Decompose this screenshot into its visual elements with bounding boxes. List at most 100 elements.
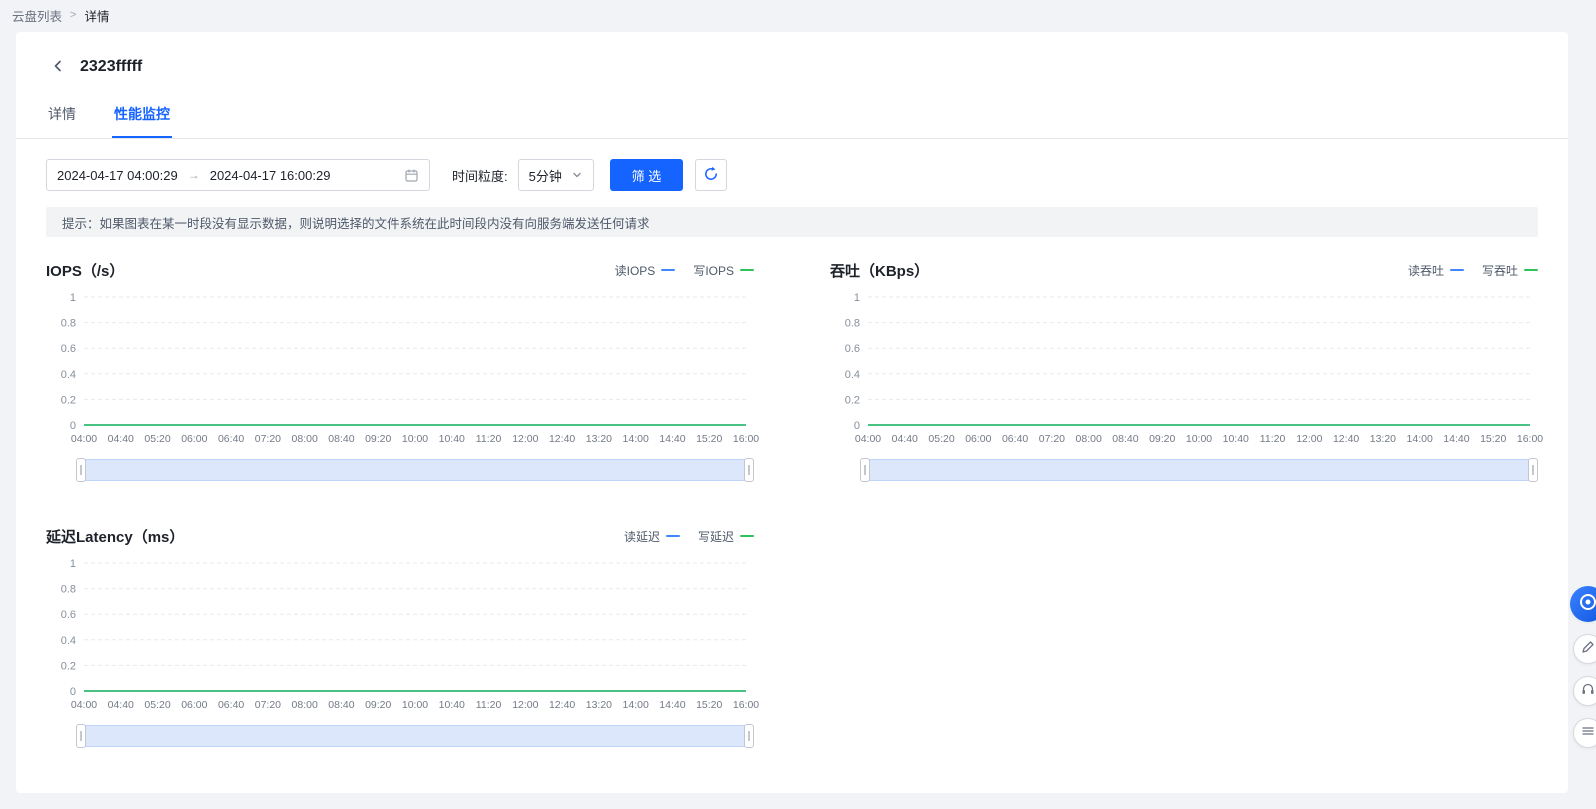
charts-grid: IOPS（/s） 读IOPS写IOPS 00.20.40.60.8104:000… [46, 259, 1538, 747]
svg-text:0: 0 [70, 420, 76, 432]
svg-text:0.2: 0.2 [845, 394, 860, 406]
chart-plot-svg: 00.20.40.60.8104:0004:4005:2006:0006:400… [46, 289, 754, 449]
svg-text:1: 1 [70, 558, 76, 570]
chart-header: IOPS（/s） 读IOPS 写IOPS [46, 259, 754, 281]
chart-plot-area: 00.20.40.60.8104:0004:4005:2006:0006:400… [46, 289, 754, 449]
svg-text:0.8: 0.8 [61, 584, 76, 596]
page-title: 2323fffff [80, 58, 142, 76]
svg-text:16:00: 16:00 [733, 433, 759, 445]
assistant-button[interactable] [1570, 586, 1596, 622]
svg-text:12:00: 12:00 [512, 433, 538, 445]
svg-text:07:20: 07:20 [255, 699, 281, 711]
datazoom-slider[interactable] [80, 459, 750, 481]
svg-text:05:20: 05:20 [928, 433, 954, 445]
main-panel: 2323fffff 详情 性能监控 2024-04-17 04:00:29 → … [16, 32, 1568, 793]
legend-item[interactable]: 写吞吐 [1482, 262, 1538, 279]
calendar-icon[interactable] [404, 168, 419, 183]
tab-performance-monitor[interactable]: 性能监控 [112, 104, 172, 138]
datazoom-right-handle[interactable] [744, 724, 754, 748]
svg-text:14:40: 14:40 [659, 699, 685, 711]
date-end-value[interactable]: 2024-04-17 16:00:29 [210, 168, 331, 183]
svg-text:14:00: 14:00 [1407, 433, 1433, 445]
svg-text:06:40: 06:40 [218, 699, 244, 711]
svg-text:13:20: 13:20 [586, 433, 612, 445]
datazoom-left-handle[interactable] [76, 458, 86, 482]
legend-dash [666, 535, 680, 537]
svg-text:10:00: 10:00 [402, 699, 428, 711]
legend-item[interactable]: 读延迟 [624, 528, 680, 545]
menu-icon [1580, 723, 1596, 744]
svg-text:04:00: 04:00 [71, 433, 97, 445]
datazoom-left-handle[interactable] [860, 458, 870, 482]
svg-text:1: 1 [854, 292, 860, 304]
svg-text:07:20: 07:20 [1039, 433, 1065, 445]
legend-dash [740, 535, 754, 537]
filter-button[interactable]: 筛 选 [610, 159, 684, 191]
menu-button[interactable] [1573, 718, 1596, 748]
svg-text:09:20: 09:20 [365, 433, 391, 445]
chevron-down-icon [572, 168, 582, 183]
legend-label: 写延迟 [698, 528, 734, 545]
date-range-arrow-icon: → [188, 168, 200, 182]
svg-text:10:40: 10:40 [439, 433, 465, 445]
svg-text:0.6: 0.6 [61, 609, 76, 621]
legend-label: 读延迟 [624, 528, 660, 545]
svg-text:12:00: 12:00 [512, 699, 538, 711]
svg-text:15:20: 15:20 [696, 699, 722, 711]
svg-text:08:00: 08:00 [1076, 433, 1102, 445]
back-button[interactable] [46, 55, 70, 79]
smart-assistant-icon [1578, 592, 1596, 617]
tip-text: 提示：如果图表在某一时段没有显示数据，则说明选择的文件系统在此时间段内没有向服务… [62, 213, 650, 232]
svg-text:12:40: 12:40 [1333, 433, 1359, 445]
breadcrumb-item-disk-list[interactable]: 云盘列表 [12, 6, 62, 25]
tip-banner: 提示：如果图表在某一时段没有显示数据，则说明选择的文件系统在此时间段内没有向服务… [46, 207, 1538, 237]
chart-title: IOPS（/s） [46, 260, 124, 281]
svg-text:06:00: 06:00 [965, 433, 991, 445]
svg-text:07:20: 07:20 [255, 433, 281, 445]
legend-item[interactable]: 读吞吐 [1408, 262, 1464, 279]
svg-text:06:00: 06:00 [181, 699, 207, 711]
breadcrumb-separator: > [70, 9, 76, 21]
datazoom-right-handle[interactable] [744, 458, 754, 482]
svg-text:06:40: 06:40 [218, 433, 244, 445]
pencil-icon [1580, 639, 1596, 660]
legend-label: 写吞吐 [1482, 262, 1518, 279]
granularity-select[interactable]: 5分钟 [518, 159, 594, 191]
svg-text:15:20: 15:20 [1480, 433, 1506, 445]
svg-text:04:00: 04:00 [71, 699, 97, 711]
datazoom-left-handle[interactable] [76, 724, 86, 748]
feedback-button[interactable] [1573, 634, 1596, 664]
svg-text:0: 0 [70, 686, 76, 698]
page-header: 2323fffff [46, 54, 1538, 80]
date-start-value[interactable]: 2024-04-17 04:00:29 [57, 168, 178, 183]
support-button[interactable] [1573, 676, 1596, 706]
legend-item[interactable]: 读IOPS [615, 262, 676, 279]
legend-item[interactable]: 写延迟 [698, 528, 754, 545]
svg-text:12:40: 12:40 [549, 699, 575, 711]
datazoom-slider[interactable] [864, 459, 1534, 481]
svg-text:1: 1 [70, 292, 76, 304]
refresh-button[interactable] [695, 159, 727, 191]
chart-plot-area: 00.20.40.60.8104:0004:4005:2006:0006:400… [46, 555, 754, 715]
svg-text:04:00: 04:00 [855, 433, 881, 445]
legend-dash [740, 269, 754, 271]
granularity-value: 5分钟 [529, 166, 562, 185]
svg-text:0.6: 0.6 [61, 343, 76, 355]
tab-detail[interactable]: 详情 [46, 104, 78, 138]
granularity-label: 时间粒度: [452, 166, 508, 185]
chart-header: 延迟Latency（ms） 读延迟 写延迟 [46, 525, 754, 547]
datazoom-slider[interactable] [80, 725, 750, 747]
svg-text:0.8: 0.8 [845, 318, 860, 330]
date-range-picker[interactable]: 2024-04-17 04:00:29 → 2024-04-17 16:00:2… [46, 159, 430, 191]
svg-text:14:00: 14:00 [623, 433, 649, 445]
svg-text:12:00: 12:00 [1296, 433, 1322, 445]
chart-title: 延迟Latency（ms） [46, 526, 184, 547]
svg-text:08:00: 08:00 [292, 699, 318, 711]
svg-text:09:20: 09:20 [365, 699, 391, 711]
svg-text:08:40: 08:40 [328, 699, 354, 711]
svg-text:04:40: 04:40 [108, 433, 134, 445]
svg-text:15:20: 15:20 [696, 433, 722, 445]
breadcrumb-item-detail: 详情 [84, 6, 109, 25]
legend-item[interactable]: 写IOPS [693, 262, 754, 279]
datazoom-right-handle[interactable] [1528, 458, 1538, 482]
